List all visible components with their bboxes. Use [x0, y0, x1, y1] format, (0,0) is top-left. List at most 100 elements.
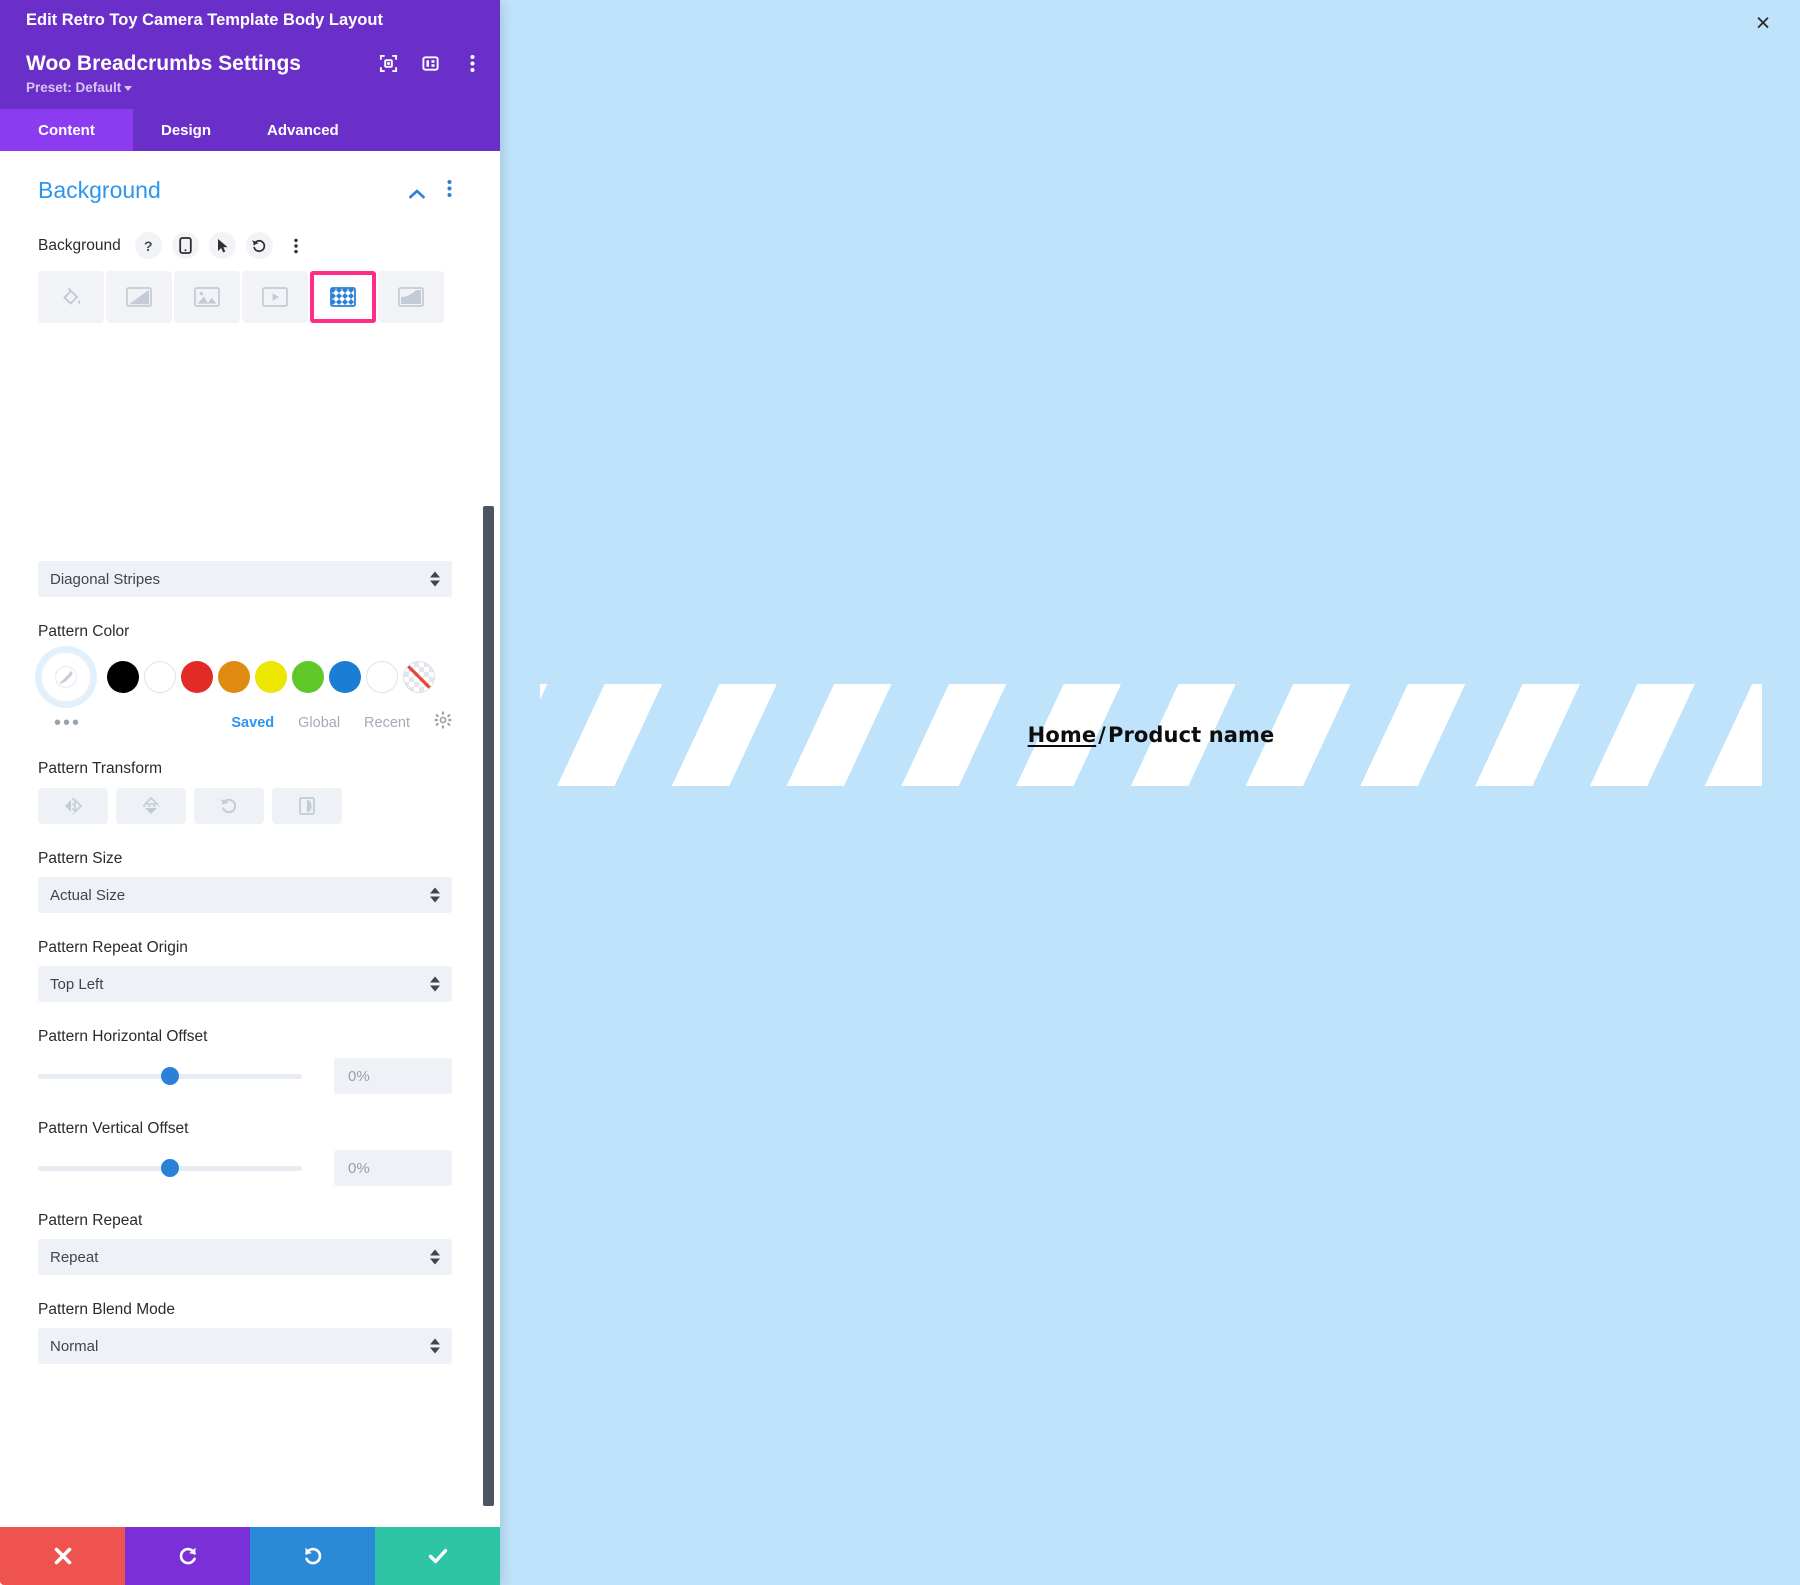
close-icon[interactable]: ×: [1746, 6, 1780, 40]
slider-thumb[interactable]: [161, 1067, 179, 1086]
palette-tab-saved[interactable]: Saved: [231, 715, 274, 731]
pattern-color-palette: [38, 651, 452, 704]
background-pattern-tab[interactable]: [310, 271, 376, 324]
pattern-size-value: Actual Size: [50, 886, 126, 904]
swatch-green[interactable]: [292, 661, 324, 694]
pattern-repeat-origin-value: Top Left: [50, 975, 104, 993]
rotate-icon[interactable]: [194, 788, 264, 825]
builder-canvas: Home/Product name × Edit Retro Toy Camer…: [0, 0, 1800, 1585]
background-type-tabs: [38, 271, 452, 324]
gear-icon[interactable]: [434, 711, 452, 734]
pattern-repeat-label: Pattern Repeat: [38, 1212, 143, 1230]
background-image-tab[interactable]: [174, 271, 240, 324]
preset-label: Preset: Default: [26, 80, 122, 96]
swatch-white[interactable]: [144, 661, 176, 694]
options-dots-icon[interactable]: [283, 232, 310, 259]
pattern-repeat-origin-select[interactable]: Top Left: [38, 966, 452, 1003]
pattern-blend-mode-select[interactable]: Normal: [38, 1328, 452, 1365]
responsive-phone-icon[interactable]: [171, 232, 199, 260]
settings-scrollbar[interactable]: [483, 506, 494, 1507]
pattern-preview-gap: [38, 323, 452, 561]
tab-advanced[interactable]: Advanced: [239, 109, 367, 151]
page-title: Edit Retro Toy Camera Template Body Layo…: [26, 10, 383, 29]
save-button[interactable]: [375, 1527, 500, 1585]
settings-scroll-body: Background Background ? Diagonal Stripes…: [0, 151, 500, 1527]
undo-button[interactable]: [125, 1527, 250, 1585]
pattern-horizontal-offset-slider[interactable]: [38, 1067, 302, 1086]
module-settings-modal: Edit Retro Toy Camera Template Body Layo…: [0, 0, 500, 1585]
settings-tabs: Content Design Advanced: [0, 109, 500, 152]
select-arrows-icon: [430, 1249, 440, 1265]
layout-panel-icon[interactable]: [420, 54, 440, 74]
pattern-size-select[interactable]: Actual Size: [38, 877, 452, 914]
pattern-blend-mode-label: Pattern Blend Mode: [38, 1301, 176, 1319]
woo-breadcrumbs-module-preview[interactable]: Home/Product name: [540, 684, 1762, 786]
pattern-repeat-select[interactable]: Repeat: [38, 1239, 452, 1276]
breadcrumb-separator: /: [1098, 723, 1106, 747]
pattern-style-value: Diagonal Stripes: [50, 570, 161, 588]
select-arrows-icon: [430, 1338, 440, 1354]
background-video-tab[interactable]: [242, 271, 308, 324]
palette-tab-recent[interactable]: Recent: [364, 715, 410, 731]
help-icon[interactable]: ?: [134, 232, 162, 260]
module-menu-icon[interactable]: [462, 54, 482, 74]
pattern-transform-buttons: [38, 788, 452, 825]
slider-thumb[interactable]: [161, 1159, 179, 1178]
section-menu-icon[interactable]: [447, 179, 452, 203]
chevron-down-icon: [124, 86, 133, 92]
background-mask-tab[interactable]: [378, 271, 444, 324]
breadcrumb: Home/Product name: [1028, 723, 1275, 747]
pattern-vertical-offset-row: 0%: [38, 1150, 452, 1187]
swatch-yellow[interactable]: [255, 661, 287, 694]
breadcrumb-current: Product name: [1107, 723, 1275, 747]
palette-tab-global[interactable]: Global: [298, 715, 340, 731]
modal-action-bar: [0, 1527, 500, 1585]
swatch-blue[interactable]: [329, 661, 361, 694]
pattern-horizontal-offset-label: Pattern Horizontal Offset: [38, 1028, 208, 1046]
swatch-orange[interactable]: [218, 661, 250, 694]
background-gradient-tab[interactable]: [106, 271, 172, 324]
palette-more-icon[interactable]: •••: [54, 713, 81, 733]
pattern-color-label: Pattern Color: [38, 623, 130, 641]
module-title: Woo Breadcrumbs Settings: [26, 52, 301, 75]
reset-icon[interactable]: [245, 232, 273, 260]
flip-vertical-icon[interactable]: [116, 788, 186, 825]
layout-title-bar: Edit Retro Toy Camera Template Body Layo…: [0, 0, 500, 40]
swatch-transparent[interactable]: [403, 661, 435, 694]
eyedropper-icon[interactable]: [40, 651, 92, 704]
breadcrumb-home-link[interactable]: Home: [1028, 723, 1097, 747]
pattern-vertical-offset-input[interactable]: 0%: [334, 1150, 452, 1187]
palette-meta-row: ••• Saved Global Recent: [38, 711, 452, 734]
section-title: Background: [38, 177, 161, 204]
redo-button[interactable]: [250, 1527, 375, 1585]
pattern-horizontal-offset-row: 0%: [38, 1058, 452, 1095]
hover-cursor-icon[interactable]: [208, 232, 236, 260]
chevron-up-icon[interactable]: [408, 186, 426, 199]
pattern-repeat-value: Repeat: [50, 1248, 99, 1266]
pattern-vertical-offset-slider[interactable]: [38, 1159, 302, 1178]
swatch-white-outline[interactable]: [366, 661, 398, 694]
pattern-style-select[interactable]: Diagonal Stripes: [38, 561, 452, 598]
select-arrows-icon: [430, 571, 440, 587]
tab-content[interactable]: Content: [0, 109, 133, 152]
background-control-label: Background: [38, 236, 121, 254]
pattern-repeat-origin-label: Pattern Repeat Origin: [38, 939, 188, 957]
swatch-black[interactable]: [107, 661, 139, 694]
background-section-header[interactable]: Background: [38, 151, 452, 214]
pattern-blend-mode-value: Normal: [50, 1337, 99, 1355]
background-control-label-row: Background ?: [38, 232, 452, 260]
pattern-vertical-offset-label: Pattern Vertical Offset: [38, 1120, 189, 1138]
cancel-button[interactable]: [0, 1527, 125, 1585]
pattern-size-label: Pattern Size: [38, 850, 123, 868]
invert-icon[interactable]: [272, 788, 342, 825]
preset-selector[interactable]: Preset: Default: [26, 80, 486, 95]
select-arrows-icon: [430, 887, 440, 903]
module-settings-header: Woo Breadcrumbs Settings Preset: Default: [0, 40, 500, 110]
flip-horizontal-icon[interactable]: [38, 788, 108, 825]
tab-design[interactable]: Design: [133, 109, 239, 151]
pattern-horizontal-offset-input[interactable]: 0%: [334, 1058, 452, 1095]
focus-module-icon[interactable]: [378, 54, 398, 74]
background-color-tab[interactable]: [38, 271, 104, 324]
swatch-red[interactable]: [181, 661, 213, 694]
select-arrows-icon: [430, 976, 440, 992]
